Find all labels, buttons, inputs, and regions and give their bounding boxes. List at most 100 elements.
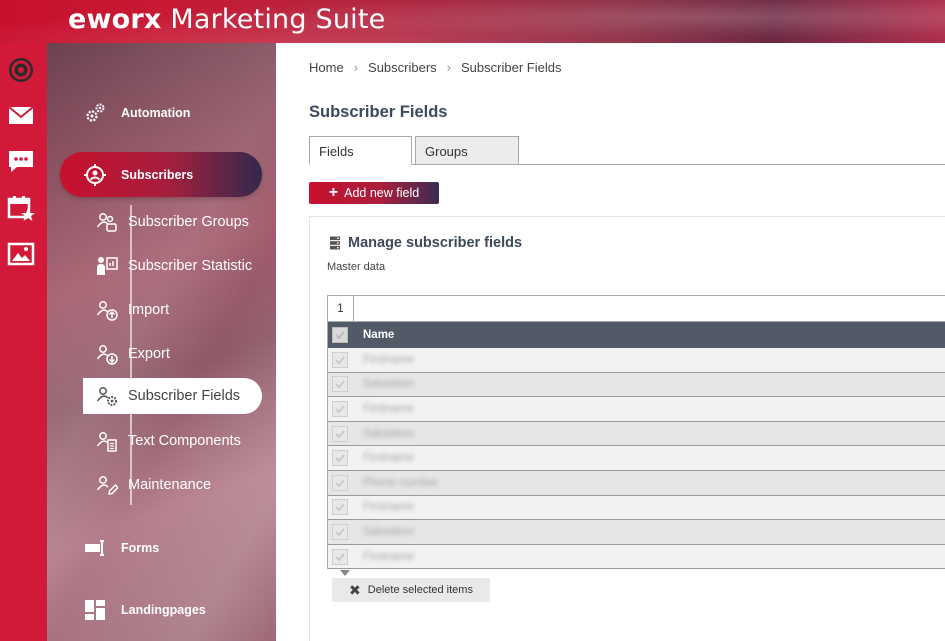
brand-logo-icon[interactable] bbox=[6, 55, 36, 85]
sidebar-subitem-subscriber-groups[interactable]: Subscriber Groups bbox=[83, 204, 249, 240]
sidebar-subitem-maintenance[interactable]: Maintenance bbox=[83, 467, 211, 503]
breadcrumb: Home › Subscribers › Subscriber Fields bbox=[309, 60, 561, 75]
brand-rest: Marketing Suite bbox=[161, 4, 386, 35]
brand-bold: eworx bbox=[68, 4, 162, 35]
row-name-cell: Salutation bbox=[363, 378, 415, 391]
table-row[interactable]: Firstname bbox=[327, 397, 945, 422]
users-edit-icon bbox=[95, 473, 119, 497]
grid-pager: 1 bbox=[327, 295, 945, 322]
fields-grid: 1 Name Firstname Salutation Firstname Salut… bbox=[327, 295, 945, 570]
sidebar-subitem-text-components[interactable]: Text Components bbox=[83, 423, 241, 459]
mail-icon[interactable] bbox=[6, 100, 36, 130]
chevron-right-icon: › bbox=[446, 60, 452, 75]
row-name-cell: Firstname bbox=[363, 402, 415, 415]
sidebar-item-label: Landingpages bbox=[121, 603, 206, 617]
row-checkbox[interactable] bbox=[327, 471, 353, 495]
app-header: eworx Marketing Suite bbox=[0, 0, 945, 43]
gears-icon bbox=[82, 100, 108, 126]
user-circle-icon bbox=[82, 162, 108, 188]
row-checkbox[interactable] bbox=[327, 422, 353, 446]
app-title: eworx Marketing Suite bbox=[68, 4, 385, 35]
row-checkbox[interactable] bbox=[327, 545, 353, 569]
table-row[interactable]: Firstname bbox=[327, 495, 945, 521]
sidebar-item-landingpages[interactable]: Landingpages bbox=[47, 597, 206, 623]
row-checkbox[interactable] bbox=[327, 496, 353, 520]
add-new-field-button[interactable]: + Add new field bbox=[309, 182, 439, 204]
image-icon[interactable] bbox=[6, 239, 36, 269]
table-row[interactable]: Firstname bbox=[327, 446, 945, 471]
icon-rail bbox=[0, 43, 47, 641]
arrow-down-icon bbox=[340, 570, 350, 576]
pager-page-number[interactable]: 1 bbox=[328, 296, 354, 321]
grid-header: Name bbox=[327, 322, 945, 348]
users-import-icon bbox=[95, 298, 119, 322]
panel-title: Manage subscriber fields bbox=[329, 235, 522, 251]
main-content: Home › Subscribers › Subscriber Fields S… bbox=[276, 43, 945, 641]
users-export-icon bbox=[95, 342, 119, 366]
subitem-label: Subscriber Groups bbox=[128, 214, 249, 230]
page-title: Subscriber Fields bbox=[309, 103, 448, 121]
sidebar-item-forms[interactable]: Forms bbox=[47, 535, 159, 561]
table-row[interactable]: Firstname bbox=[327, 544, 945, 570]
row-name-cell: Firstname bbox=[363, 501, 415, 514]
row-checkbox[interactable] bbox=[327, 397, 353, 421]
users-group-icon bbox=[95, 210, 119, 234]
manage-fields-panel: Manage subscriber fields Master data 1 N… bbox=[309, 216, 945, 641]
sidebar: Automation Subscribers Subscriber Groups… bbox=[47, 43, 276, 641]
chevron-right-icon: › bbox=[353, 60, 359, 75]
table-row[interactable]: Phone number bbox=[327, 470, 945, 496]
subitem-label: Text Components bbox=[128, 433, 241, 449]
close-icon: ✖ bbox=[349, 581, 361, 598]
table-row[interactable]: Salutation bbox=[327, 520, 945, 545]
sidebar-subitem-subscriber-statistic[interactable]: Subscriber Statistic bbox=[83, 248, 252, 284]
subitem-label: Export bbox=[128, 346, 170, 362]
row-checkbox[interactable] bbox=[327, 520, 353, 544]
row-name-cell: Firstname bbox=[363, 353, 415, 366]
row-name-cell: Firstname bbox=[363, 452, 415, 465]
grid-body: Firstname Salutation Firstname Salutation Fi… bbox=[327, 348, 945, 570]
tab-bar: Fields Groups bbox=[309, 136, 945, 165]
subitem-label: Subscriber Fields bbox=[128, 388, 241, 404]
breadcrumb-subscribers[interactable]: Subscribers bbox=[368, 60, 437, 75]
sidebar-item-label: Forms bbox=[121, 541, 160, 555]
sidebar-item-subscribers[interactable]: Subscribers bbox=[47, 162, 193, 188]
sidebar-subitem-subscriber-fields[interactable]: Subscriber Fields bbox=[83, 378, 262, 414]
tab-groups[interactable]: Groups bbox=[415, 136, 519, 165]
sidebar-item-label: Automation bbox=[121, 106, 191, 120]
subitem-label: Maintenance bbox=[128, 477, 212, 493]
plus-icon: + bbox=[328, 184, 339, 201]
layout-icon bbox=[82, 597, 108, 623]
column-header-name[interactable]: Name bbox=[363, 329, 394, 341]
sidebar-item-automation[interactable]: Automation bbox=[47, 100, 190, 126]
panel-title-text: Manage subscriber fields bbox=[348, 235, 523, 251]
calendar-star-icon[interactable] bbox=[6, 193, 36, 223]
breadcrumb-current: Subscriber Fields bbox=[461, 60, 562, 75]
row-checkbox[interactable] bbox=[327, 373, 353, 397]
row-name-cell: Phone number bbox=[363, 476, 439, 489]
select-all-checkbox[interactable] bbox=[327, 322, 353, 348]
sidebar-item-label: Subscribers bbox=[121, 168, 194, 182]
delete-selected-button[interactable]: ✖ Delete selected items bbox=[332, 578, 490, 602]
table-row[interactable]: Firstname bbox=[327, 348, 945, 373]
subitem-label: Subscriber Statistic bbox=[128, 258, 253, 274]
breadcrumb-home[interactable]: Home bbox=[309, 60, 344, 75]
grid-border bbox=[327, 322, 328, 570]
form-icon bbox=[82, 535, 108, 561]
subitem-label: Import bbox=[128, 302, 170, 318]
users-gear-icon bbox=[95, 384, 119, 408]
tab-fields[interactable]: Fields bbox=[309, 136, 412, 165]
sidebar-subitem-export[interactable]: Export bbox=[83, 336, 170, 372]
panel-subtitle: Master data bbox=[327, 261, 386, 273]
chat-icon[interactable] bbox=[6, 146, 36, 176]
database-icon bbox=[330, 236, 340, 250]
table-row[interactable]: Salutation bbox=[327, 372, 945, 398]
row-name-cell: Salutation bbox=[363, 427, 415, 440]
row-checkbox[interactable] bbox=[327, 348, 353, 372]
users-text-icon bbox=[95, 429, 119, 453]
row-name-cell: Firstname bbox=[363, 550, 415, 563]
row-checkbox[interactable] bbox=[327, 446, 353, 470]
sidebar-subitem-import[interactable]: Import bbox=[83, 292, 169, 328]
table-row[interactable]: Salutation bbox=[327, 421, 945, 447]
delete-selected-label: Delete selected items bbox=[367, 584, 473, 596]
add-new-field-label: Add new field bbox=[344, 186, 420, 200]
